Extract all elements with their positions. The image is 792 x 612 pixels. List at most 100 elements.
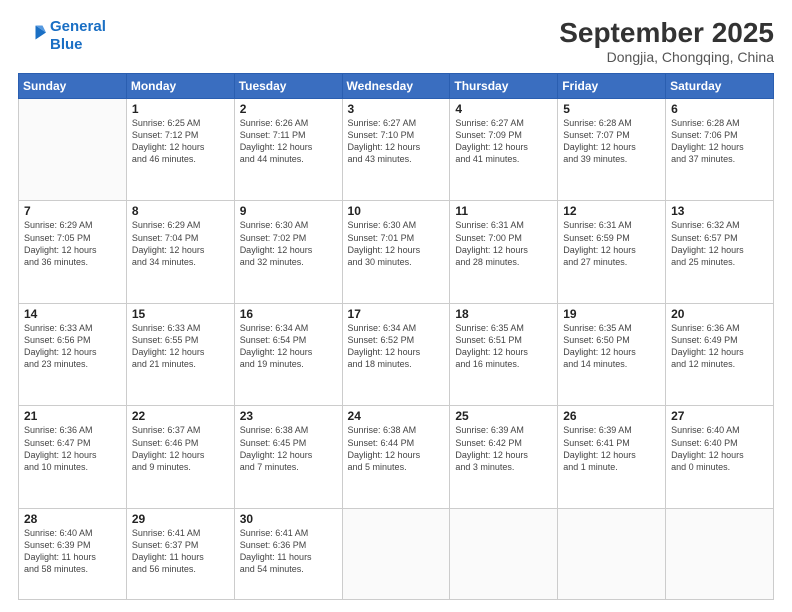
day-info: Sunrise: 6:27 AM Sunset: 7:10 PM Dayligh… [348,117,445,166]
day-info: Sunrise: 6:29 AM Sunset: 7:05 PM Dayligh… [24,219,121,268]
calendar-cell: 19Sunrise: 6:35 AM Sunset: 6:50 PM Dayli… [558,303,666,406]
day-info: Sunrise: 6:41 AM Sunset: 6:37 PM Dayligh… [132,527,229,576]
col-sunday: Sunday [19,73,127,98]
calendar-cell: 7Sunrise: 6:29 AM Sunset: 7:05 PM Daylig… [19,201,127,304]
col-thursday: Thursday [450,73,558,98]
day-number: 26 [563,409,660,423]
day-number: 4 [455,102,552,116]
day-info: Sunrise: 6:36 AM Sunset: 6:47 PM Dayligh… [24,424,121,473]
day-number: 28 [24,512,121,526]
calendar-cell: 11Sunrise: 6:31 AM Sunset: 7:00 PM Dayli… [450,201,558,304]
week-row-1: 1Sunrise: 6:25 AM Sunset: 7:12 PM Daylig… [19,98,774,201]
calendar-cell: 27Sunrise: 6:40 AM Sunset: 6:40 PM Dayli… [666,406,774,509]
calendar-cell: 24Sunrise: 6:38 AM Sunset: 6:44 PM Dayli… [342,406,450,509]
col-tuesday: Tuesday [234,73,342,98]
day-number: 15 [132,307,229,321]
day-info: Sunrise: 6:30 AM Sunset: 7:02 PM Dayligh… [240,219,337,268]
day-number: 23 [240,409,337,423]
col-monday: Monday [126,73,234,98]
calendar-cell: 15Sunrise: 6:33 AM Sunset: 6:55 PM Dayli… [126,303,234,406]
calendar-cell: 3Sunrise: 6:27 AM Sunset: 7:10 PM Daylig… [342,98,450,201]
day-info: Sunrise: 6:41 AM Sunset: 6:36 PM Dayligh… [240,527,337,576]
day-info: Sunrise: 6:35 AM Sunset: 6:50 PM Dayligh… [563,322,660,371]
day-number: 22 [132,409,229,423]
day-number: 29 [132,512,229,526]
calendar-cell: 13Sunrise: 6:32 AM Sunset: 6:57 PM Dayli… [666,201,774,304]
day-number: 10 [348,204,445,218]
day-number: 24 [348,409,445,423]
calendar-cell: 8Sunrise: 6:29 AM Sunset: 7:04 PM Daylig… [126,201,234,304]
calendar-header-row: Sunday Monday Tuesday Wednesday Thursday… [19,73,774,98]
day-number: 9 [240,204,337,218]
calendar-cell: 28Sunrise: 6:40 AM Sunset: 6:39 PM Dayli… [19,509,127,600]
calendar-cell: 29Sunrise: 6:41 AM Sunset: 6:37 PM Dayli… [126,509,234,600]
day-info: Sunrise: 6:27 AM Sunset: 7:09 PM Dayligh… [455,117,552,166]
logo-line2: Blue [50,36,83,53]
calendar-cell: 18Sunrise: 6:35 AM Sunset: 6:51 PM Dayli… [450,303,558,406]
week-row-4: 21Sunrise: 6:36 AM Sunset: 6:47 PM Dayli… [19,406,774,509]
calendar-cell: 6Sunrise: 6:28 AM Sunset: 7:06 PM Daylig… [666,98,774,201]
calendar-cell: 12Sunrise: 6:31 AM Sunset: 6:59 PM Dayli… [558,201,666,304]
day-info: Sunrise: 6:38 AM Sunset: 6:45 PM Dayligh… [240,424,337,473]
logo-line1: General [50,18,106,35]
day-number: 20 [671,307,768,321]
day-info: Sunrise: 6:37 AM Sunset: 6:46 PM Dayligh… [132,424,229,473]
day-number: 3 [348,102,445,116]
calendar-cell [450,509,558,600]
calendar-cell: 14Sunrise: 6:33 AM Sunset: 6:56 PM Dayli… [19,303,127,406]
day-number: 11 [455,204,552,218]
day-number: 2 [240,102,337,116]
day-number: 6 [671,102,768,116]
day-number: 14 [24,307,121,321]
title-block: September 2025 Dongjia, Chongqing, China [559,18,774,65]
day-number: 18 [455,307,552,321]
calendar-cell: 5Sunrise: 6:28 AM Sunset: 7:07 PM Daylig… [558,98,666,201]
page: General Blue September 2025 Dongjia, Cho… [0,0,792,612]
day-info: Sunrise: 6:39 AM Sunset: 6:41 PM Dayligh… [563,424,660,473]
day-info: Sunrise: 6:39 AM Sunset: 6:42 PM Dayligh… [455,424,552,473]
calendar-cell [342,509,450,600]
calendar-cell [666,509,774,600]
day-info: Sunrise: 6:25 AM Sunset: 7:12 PM Dayligh… [132,117,229,166]
day-number: 8 [132,204,229,218]
day-info: Sunrise: 6:33 AM Sunset: 6:56 PM Dayligh… [24,322,121,371]
calendar-title: September 2025 [559,18,774,49]
week-row-2: 7Sunrise: 6:29 AM Sunset: 7:05 PM Daylig… [19,201,774,304]
day-number: 27 [671,409,768,423]
calendar-cell: 20Sunrise: 6:36 AM Sunset: 6:49 PM Dayli… [666,303,774,406]
day-info: Sunrise: 6:33 AM Sunset: 6:55 PM Dayligh… [132,322,229,371]
day-number: 17 [348,307,445,321]
col-saturday: Saturday [666,73,774,98]
day-number: 13 [671,204,768,218]
calendar-cell: 21Sunrise: 6:36 AM Sunset: 6:47 PM Dayli… [19,406,127,509]
calendar-cell: 17Sunrise: 6:34 AM Sunset: 6:52 PM Dayli… [342,303,450,406]
col-wednesday: Wednesday [342,73,450,98]
col-friday: Friday [558,73,666,98]
day-info: Sunrise: 6:31 AM Sunset: 7:00 PM Dayligh… [455,219,552,268]
calendar-cell [19,98,127,201]
day-number: 30 [240,512,337,526]
calendar-cell: 4Sunrise: 6:27 AM Sunset: 7:09 PM Daylig… [450,98,558,201]
calendar-cell: 1Sunrise: 6:25 AM Sunset: 7:12 PM Daylig… [126,98,234,201]
day-number: 12 [563,204,660,218]
header: General Blue September 2025 Dongjia, Cho… [18,18,774,65]
calendar-cell: 26Sunrise: 6:39 AM Sunset: 6:41 PM Dayli… [558,406,666,509]
day-number: 7 [24,204,121,218]
day-number: 16 [240,307,337,321]
day-info: Sunrise: 6:40 AM Sunset: 6:40 PM Dayligh… [671,424,768,473]
day-info: Sunrise: 6:35 AM Sunset: 6:51 PM Dayligh… [455,322,552,371]
day-info: Sunrise: 6:34 AM Sunset: 6:52 PM Dayligh… [348,322,445,371]
calendar-cell: 23Sunrise: 6:38 AM Sunset: 6:45 PM Dayli… [234,406,342,509]
day-number: 1 [132,102,229,116]
day-number: 21 [24,409,121,423]
day-number: 19 [563,307,660,321]
calendar-cell: 9Sunrise: 6:30 AM Sunset: 7:02 PM Daylig… [234,201,342,304]
calendar-cell: 22Sunrise: 6:37 AM Sunset: 6:46 PM Dayli… [126,406,234,509]
day-info: Sunrise: 6:30 AM Sunset: 7:01 PM Dayligh… [348,219,445,268]
day-info: Sunrise: 6:32 AM Sunset: 6:57 PM Dayligh… [671,219,768,268]
calendar-cell: 30Sunrise: 6:41 AM Sunset: 6:36 PM Dayli… [234,509,342,600]
day-info: Sunrise: 6:29 AM Sunset: 7:04 PM Dayligh… [132,219,229,268]
logo: General Blue [18,18,106,54]
logo-text: General Blue [50,18,106,54]
day-info: Sunrise: 6:31 AM Sunset: 6:59 PM Dayligh… [563,219,660,268]
